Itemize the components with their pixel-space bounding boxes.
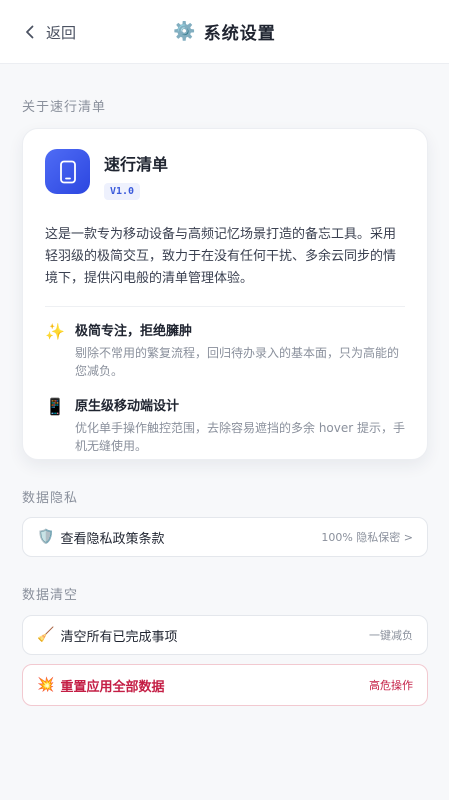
app-name: 速行清单 bbox=[104, 155, 169, 174]
about-card: 速行清单 V1.0 这是一款专为移动设备与高频记忆场景打造的备忘工具。采用轻羽级… bbox=[22, 128, 428, 460]
sparkles-icon: ✨ bbox=[45, 322, 65, 341]
back-button[interactable]: 返回 bbox=[22, 0, 76, 64]
section-label-about: 关于速行清单 bbox=[22, 100, 107, 115]
clear-completed-button[interactable]: 🧹 清空所有已完成事项 一键减负 bbox=[22, 615, 428, 655]
feature-desc: 优化单手操作触控范围，去除容易遮挡的多余 hover 提示，手机无缝使用。 bbox=[75, 421, 405, 453]
back-label: 返回 bbox=[46, 23, 77, 42]
clear-completed-meta: 一键减负 bbox=[369, 629, 413, 642]
app-header: 速行清单 V1.0 bbox=[45, 149, 405, 200]
page-title: 系统设置 bbox=[203, 24, 276, 44]
mobile-phone-icon: 📱 bbox=[45, 397, 65, 416]
feature-item: ✨ 极简专注，拒绝臃肿 剔除不常用的繁复流程，回归待办录入的基本面，只为高能的您… bbox=[45, 323, 405, 380]
app-meta: 速行清单 V1.0 bbox=[104, 151, 168, 200]
section-label-privacy: 数据隐私 bbox=[22, 491, 79, 506]
version-badge: V1.0 bbox=[104, 183, 141, 200]
shield-icon: 🛡️ bbox=[37, 529, 55, 545]
clear-completed-label: 清空所有已完成事项 bbox=[60, 629, 178, 645]
feature-title: 极简专注，拒绝臃肿 bbox=[75, 324, 193, 339]
app-logo bbox=[45, 149, 90, 194]
reset-all-meta: 高危操作 bbox=[369, 679, 413, 692]
feature-item: 📱 原生级移动端设计 优化单手操作触控范围，去除容易遮挡的多余 hover 提示… bbox=[45, 398, 405, 455]
reset-all-data-button[interactable]: 💥 重置应用全部数据 高危操作 bbox=[22, 664, 428, 706]
top-bar: 返回 ⚙️ 系统设置 bbox=[0, 0, 449, 64]
gear-icon: ⚙️ bbox=[173, 20, 196, 42]
broom-icon: 🧹 bbox=[37, 627, 55, 643]
app-description: 这是一款专为移动设备与高频记忆场景打造的备忘工具。采用轻羽级的极简交互，致力于在… bbox=[45, 227, 397, 286]
phone-icon bbox=[59, 160, 76, 183]
section-label-clear: 数据清空 bbox=[22, 588, 79, 603]
feature-desc: 剔除不常用的繁复流程，回归待办录入的基本面，只为高能的您减负。 bbox=[75, 346, 400, 378]
divider bbox=[45, 306, 405, 307]
feature-title: 原生级移动端设计 bbox=[75, 399, 180, 414]
chevron-left-icon bbox=[26, 25, 34, 39]
privacy-policy-row[interactable]: 🛡️ 查看隐私政策条款 100% 隐私保密 > bbox=[22, 517, 428, 557]
privacy-meta: 100% 隐私保密 > bbox=[321, 531, 413, 544]
collision-icon: 💥 bbox=[37, 677, 55, 693]
reset-all-label: 重置应用全部数据 bbox=[60, 679, 165, 695]
privacy-policy-label: 查看隐私政策条款 bbox=[60, 531, 165, 547]
page-title-group: ⚙️ 系统设置 bbox=[173, 19, 275, 44]
